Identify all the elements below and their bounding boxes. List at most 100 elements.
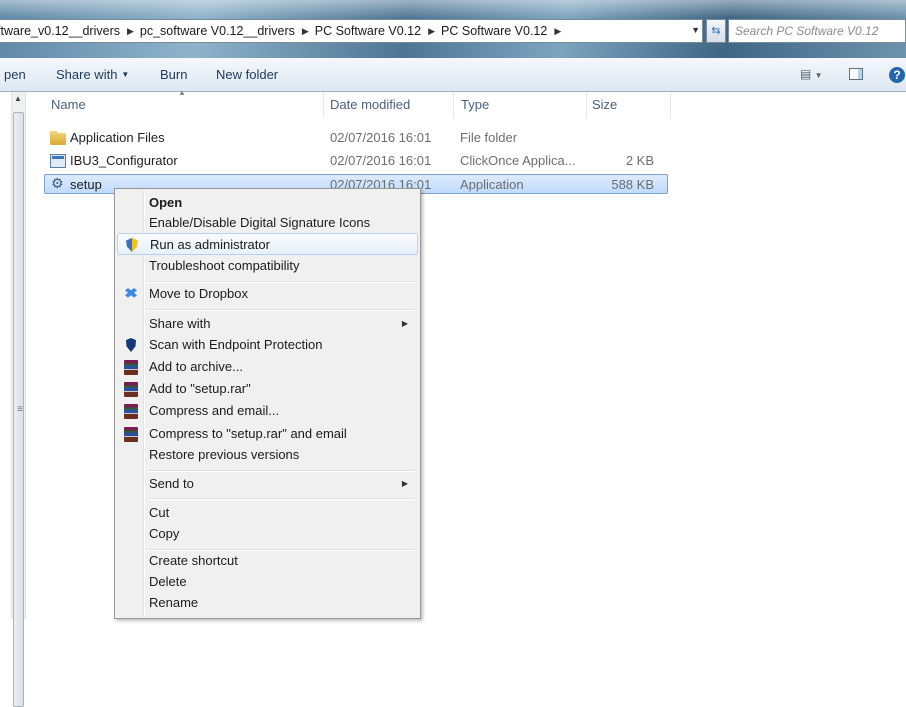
column-divider[interactable] [586,92,587,118]
menu-item-label: Send to [149,476,194,491]
context-menu: Open Enable/Disable Digital Signature Ic… [114,188,421,619]
menu-item-label: Troubleshoot compatibility [149,258,300,273]
column-header-date-modified[interactable]: Date modified [330,97,410,112]
clickonce-app-icon [50,154,66,168]
endpoint-protection-icon [123,337,139,353]
file-date: 02/07/2016 16:01 [330,130,432,145]
menu-item-send-to[interactable]: Send to ▶ [117,473,418,495]
change-view-icon[interactable]: ▤ ▼ [800,67,823,81]
submenu-arrow-icon: ▶ [401,479,408,488]
column-header-size[interactable]: Size [592,97,617,112]
refresh-icon[interactable]: ⇆ [706,19,726,43]
setup-app-icon: ⚙ [51,175,64,191]
breadcrumb-separator-icon[interactable]: ▶ [423,26,441,37]
menu-separator [147,309,415,311]
command-toolbar: pen Share with ▼ Burn New folder ▤ ▼ ? [0,58,906,92]
file-name: Application Files [70,130,165,145]
file-name: IBU3_Configurator [70,153,178,168]
file-row[interactable]: IBU3_Configurator 02/07/2016 16:01 Click… [44,151,668,171]
preview-pane-icon[interactable] [849,68,863,80]
winrar-icon [123,426,139,442]
menu-item-signature-icons[interactable]: Enable/Disable Digital Signature Icons [117,212,418,234]
menu-item-run-as-administrator[interactable]: Run as administrator [117,233,418,255]
menu-separator [147,470,415,472]
menu-item-troubleshoot[interactable]: Troubleshoot compatibility [117,255,418,277]
breadcrumb-segment-4[interactable]: PC Software V0.12 ▶ [441,24,567,38]
menu-item-open[interactable]: Open [117,192,418,214]
sort-ascending-icon: ▲ [178,88,186,97]
file-type: Application [460,177,524,192]
breadcrumb-separator-icon[interactable]: ▶ [122,26,140,37]
chevron-down-icon: ▼ [121,70,130,79]
breadcrumb-separator-icon[interactable]: ▶ [297,26,315,37]
file-size: 588 KB [611,177,654,192]
navigation-scrollbar[interactable]: ▲ ≡ [11,92,26,707]
menu-item-label: Enable/Disable Digital Signature Icons [149,215,371,230]
folder-icon [50,131,66,145]
menu-item-compress-to-rar-and-email[interactable]: Compress to "setup.rar" and email [117,423,418,445]
title-glare [0,0,906,18]
menu-item-label: Share with [149,316,211,331]
menu-separator [147,498,415,500]
file-row[interactable]: Application Files 02/07/2016 16:01 File … [44,128,668,148]
help-icon[interactable]: ? [889,67,905,83]
menu-item-label: Compress and email... [149,403,280,418]
menu-item-add-to-setup-rar[interactable]: Add to "setup.rar" [117,378,418,400]
menu-item-label: Add to "setup.rar" [149,381,251,396]
column-divider[interactable] [453,92,454,118]
uac-shield-icon [124,237,140,253]
menu-item-compress-and-email[interactable]: Compress and email... [117,400,418,422]
file-type: File folder [460,130,518,145]
menu-item-scan-endpoint-protection[interactable]: Scan with Endpoint Protection [117,334,418,356]
breadcrumb-segment-3[interactable]: PC Software V0.12 ▶ [315,24,441,38]
file-date: 02/07/2016 16:01 [330,153,432,168]
navigation-pane[interactable] [0,92,11,619]
column-header-name[interactable]: Name [51,97,86,112]
menu-item-label: Copy [149,526,180,541]
winrar-icon [123,381,139,397]
breadcrumb-separator-icon[interactable]: ▶ [549,26,567,37]
winrar-icon [123,403,139,419]
menu-item-restore-previous-versions[interactable]: Restore previous versions [117,444,418,466]
share-with-label: Share with [56,67,118,82]
winrar-icon [123,359,139,375]
submenu-arrow-icon: ▶ [401,319,408,328]
menu-item-label: Restore previous versions [149,447,300,462]
column-header-type[interactable]: Type [461,97,489,112]
column-divider[interactable] [323,92,324,118]
menu-item-label: Create shortcut [149,553,238,568]
address-history-dropdown-icon[interactable]: ▼ [691,25,700,35]
column-divider[interactable] [670,92,671,118]
share-with-button[interactable]: Share with ▼ [56,67,129,82]
menu-item-label: Cut [149,505,170,520]
menu-item-cut[interactable]: Cut [117,502,418,524]
breadcrumb[interactable]: ftware_v0.12__drivers ▶ pc_software V0.12… [0,19,703,43]
menu-item-label: Add to archive... [149,359,243,374]
menu-item-rename[interactable]: Rename [117,592,418,614]
menu-item-label: Scan with Endpoint Protection [149,337,323,352]
menu-item-label: Delete [149,574,187,589]
breadcrumb-segment-2[interactable]: pc_software V0.12__drivers ▶ [140,24,315,38]
scrollbar-thumb[interactable]: ≡ [13,112,24,707]
address-bar-strip: ftware_v0.12__drivers ▶ pc_software V0.12… [0,0,906,58]
menu-item-delete[interactable]: Delete [117,571,418,593]
menu-item-label: Rename [149,595,199,610]
search-input[interactable]: Search PC Software V0.12 [728,19,906,43]
file-size: 2 KB [625,153,654,168]
new-folder-button[interactable]: New folder [216,67,278,82]
burn-button[interactable]: Burn [160,67,187,82]
open-button[interactable]: pen [4,67,26,82]
file-name: setup [70,177,102,192]
dropbox-icon [123,286,139,302]
menu-item-label: Move to Dropbox [149,286,248,301]
file-type: ClickOnce Applica... [460,153,576,168]
scroll-grip-icon: ≡ [17,404,23,415]
breadcrumb-segment-1[interactable]: ftware_v0.12__drivers ▶ [0,24,140,38]
menu-item-label: Open [149,195,183,210]
menu-item-move-to-dropbox[interactable]: Move to Dropbox [117,283,418,305]
menu-item-share-with[interactable]: Share with ▶ [117,313,418,335]
menu-item-add-to-archive[interactable]: Add to archive... [117,356,418,378]
menu-item-create-shortcut[interactable]: Create shortcut [117,550,418,572]
scroll-up-arrow-icon[interactable]: ▲ [14,94,22,103]
menu-item-copy[interactable]: Copy [117,523,418,545]
